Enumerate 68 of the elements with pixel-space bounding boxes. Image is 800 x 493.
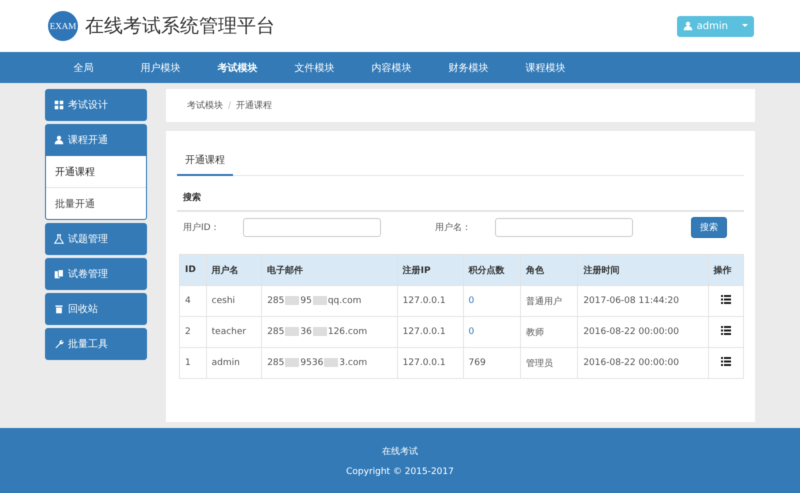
table-cell: 2016-08-22 00:00:00 xyxy=(578,316,708,348)
tab[interactable]: 开通课程 xyxy=(177,145,233,176)
footer-title: 在线考试 xyxy=(382,446,418,458)
points-text: 769 xyxy=(468,358,486,368)
email-cell: 285 9536 3.com xyxy=(262,348,398,378)
list-icon[interactable] xyxy=(720,357,731,366)
documents-icon xyxy=(54,269,64,279)
nav-item[interactable]: 用户模块 xyxy=(122,52,199,83)
email-cell: 285 95 qq.com xyxy=(262,286,398,316)
nav-item[interactable]: 财务模块 xyxy=(430,52,507,83)
table-cell: 普通用户 xyxy=(520,286,578,316)
section-title: 搜索 xyxy=(177,176,744,212)
list-icon[interactable] xyxy=(720,295,731,304)
column-header: 角色 xyxy=(520,254,578,286)
nav-item[interactable]: 文件模块 xyxy=(276,52,353,83)
input-field[interactable] xyxy=(495,218,633,237)
table-cell: 2016-08-22 00:00:00 xyxy=(578,348,708,378)
table-cell: 1 xyxy=(180,348,206,378)
search-button[interactable]: 搜索 xyxy=(691,217,727,238)
email-cell: 285 36 126.com xyxy=(262,316,398,348)
table-cell: ceshi xyxy=(206,286,262,316)
user-icon xyxy=(54,135,64,145)
breadcrumb-item[interactable]: 考试模块 xyxy=(187,99,223,112)
field-label: 用户名： xyxy=(435,222,472,234)
sidebar-item[interactable]: 批量工具 xyxy=(45,328,147,360)
submenu-item[interactable]: 批量开通 xyxy=(46,188,146,219)
nav-item[interactable]: 全局 xyxy=(45,52,122,83)
points-link[interactable]: 0 xyxy=(468,327,474,337)
input-field[interactable] xyxy=(243,218,381,237)
sidebar-item[interactable]: 试卷管理 xyxy=(45,258,147,290)
user-icon xyxy=(682,21,693,31)
nav-item[interactable]: 内容模块 xyxy=(353,52,430,83)
sidebar-item[interactable]: 考试设计 xyxy=(45,89,147,121)
table-cell: 127.0.0.1 xyxy=(397,286,464,316)
table-cell: teacher xyxy=(206,316,262,348)
table-cell: 127.0.0.1 xyxy=(397,316,464,348)
list-icon[interactable] xyxy=(720,326,731,335)
column-header: 操作 xyxy=(708,254,744,286)
column-header: 电子邮件 xyxy=(262,254,398,286)
points-link[interactable]: 0 xyxy=(468,296,474,306)
breadcrumb-separator: / xyxy=(228,100,232,110)
table-cell: 管理员 xyxy=(520,348,578,378)
table-cell: admin xyxy=(206,348,262,378)
nav-item[interactable]: 课程模块 xyxy=(507,52,584,83)
table-cell: 2017-06-08 11:44:20 xyxy=(578,286,708,316)
caret-icon xyxy=(742,24,748,28)
field-label: 用户ID： xyxy=(183,222,221,234)
table-cell: 2 xyxy=(180,316,206,348)
table-cell: 4 xyxy=(180,286,206,316)
column-header: 注册时间 xyxy=(578,254,708,286)
site-title: 在线考试系统管理平台 xyxy=(85,14,275,39)
trash-icon xyxy=(54,304,64,314)
copyright-text: Copyright © 2015-2017 xyxy=(346,466,454,476)
sidebar-item[interactable]: 试题管理 xyxy=(45,223,147,255)
table-cell: 教师 xyxy=(520,316,578,348)
column-header: 用户名 xyxy=(206,254,262,286)
wrench-icon xyxy=(54,339,64,349)
flask-icon xyxy=(54,234,64,244)
grid-icon xyxy=(54,100,64,110)
column-header: 积分点数 xyxy=(463,254,520,286)
table-cell: 127.0.0.1 xyxy=(397,348,464,378)
column-header: ID xyxy=(180,254,206,286)
nav-item[interactable]: 考试模块 xyxy=(199,52,276,83)
logo: EXAM xyxy=(48,11,78,41)
column-header: 注册IP xyxy=(397,254,464,286)
breadcrumb-item: 开通课程 xyxy=(236,100,272,112)
sidebar-item[interactable]: 回收站 xyxy=(45,293,147,325)
sidebar-item[interactable]: 课程开通 xyxy=(45,124,147,156)
